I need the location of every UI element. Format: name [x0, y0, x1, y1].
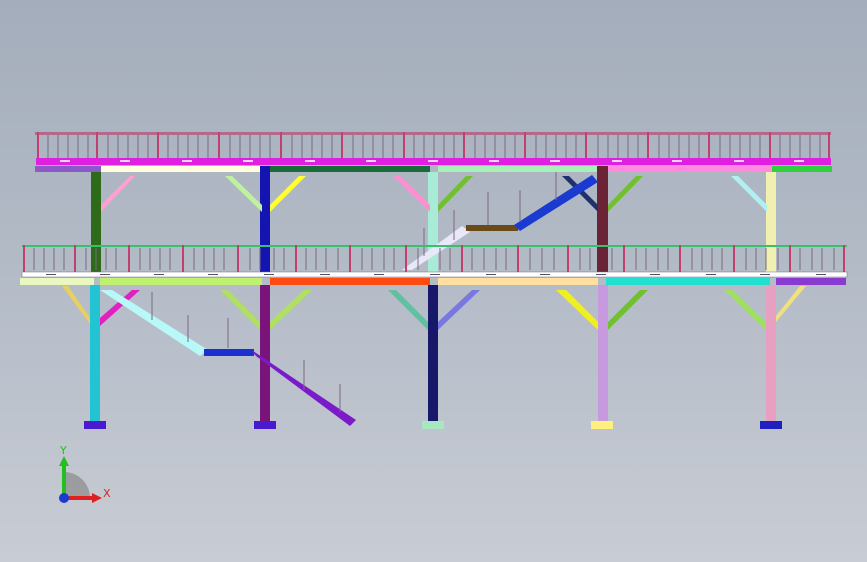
x-axis-arrow: [92, 493, 102, 503]
upper-railing-toprail: [35, 132, 831, 135]
lower-floor-beam-c: [270, 278, 430, 285]
lower-floor-beam-a: [20, 278, 94, 285]
lower-brace-5: [438, 290, 480, 330]
lower-floor-beam-e: [606, 278, 770, 285]
upper-floor-beam-a: [35, 166, 101, 172]
upper-brace-3: [270, 176, 306, 212]
lower-railing-toprail: [22, 245, 847, 247]
lower-floor-beam-d: [438, 278, 598, 285]
upper-floor-beam-d: [438, 166, 598, 172]
upper-deck: [35, 132, 832, 172]
lower-brace-8: [724, 290, 766, 330]
lower-stair-flight-1: [100, 290, 208, 356]
lower-brace-3: [270, 290, 312, 330]
upper-floor-beam-c: [268, 166, 430, 172]
upper-floor-beam-e: [606, 166, 772, 172]
base-plate-3: [422, 421, 444, 429]
lower-stair-landing: [204, 349, 254, 356]
x-axis-label: X: [103, 487, 111, 500]
upper-floor-beam-b: [101, 166, 261, 172]
upper-floor-beam-f: [772, 166, 832, 172]
lower-column-4: [598, 285, 608, 423]
lower-brace-0: [62, 286, 90, 324]
upper-brace-2: [225, 176, 262, 212]
base-plate-5: [760, 421, 782, 429]
cad-viewport[interactable]: Y X: [0, 0, 867, 562]
lower-deck-tags: [46, 274, 826, 275]
upper-brace-5: [438, 176, 473, 212]
lower-column-2: [260, 285, 270, 423]
base-plate-2: [254, 421, 276, 429]
lower-column-3: [428, 285, 438, 423]
lower-floor-beam-f: [776, 278, 846, 285]
base-plate-4: [591, 421, 613, 429]
upper-column-5: [766, 172, 776, 272]
lower-column-1: [90, 285, 100, 423]
upper-stair-landing: [466, 225, 518, 231]
upper-column-4: [597, 166, 608, 272]
y-axis-label: Y: [59, 444, 67, 457]
lower-staircase: [100, 290, 356, 426]
lower-floor-beam-b: [100, 278, 262, 285]
coordinate-triad: Y X: [59, 444, 111, 503]
triad-origin: [59, 493, 69, 503]
lower-brace-2: [220, 290, 260, 330]
upper-brace-4: [393, 176, 430, 212]
lower-column-5: [766, 285, 776, 423]
base-plate-1: [84, 421, 106, 429]
triad-arc: [64, 472, 90, 498]
upper-brace-1: [101, 176, 135, 212]
lower-frame: [62, 285, 806, 429]
upper-brace-8: [731, 176, 767, 212]
y-axis-arrow: [59, 456, 69, 466]
upper-column-2: [260, 166, 270, 272]
lower-brace-4: [388, 290, 428, 330]
lower-brace-6: [556, 290, 598, 330]
lower-brace-9: [776, 286, 806, 322]
upper-brace-7: [608, 176, 643, 212]
lower-brace-7: [608, 290, 648, 330]
upper-railing-balusters: [47, 135, 821, 158]
